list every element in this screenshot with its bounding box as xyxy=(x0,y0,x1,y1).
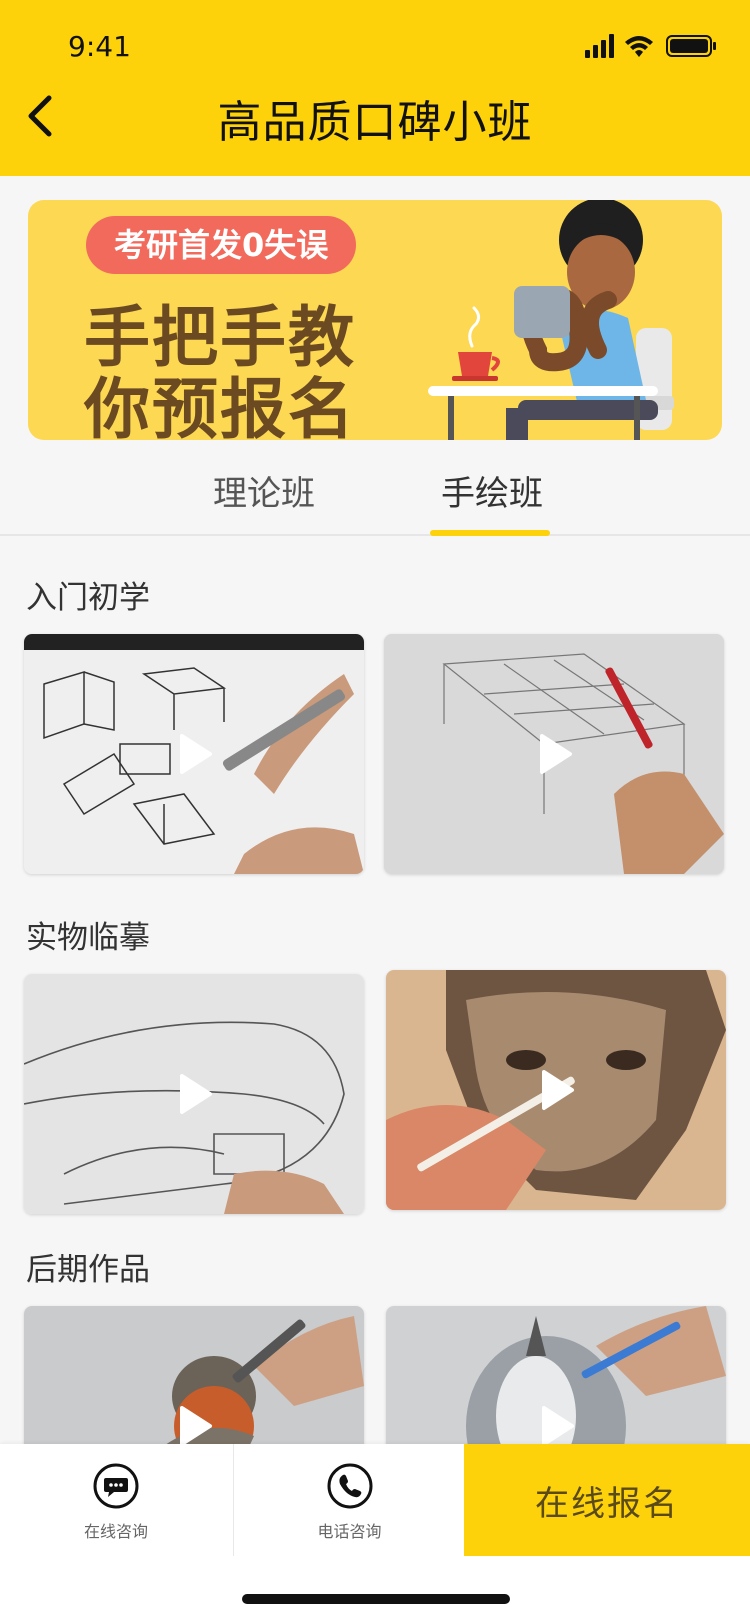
tab-handdrawing[interactable]: 手绘班 xyxy=(432,466,552,515)
active-tab-indicator xyxy=(430,530,550,536)
online-signup-button[interactable]: 在线报名 xyxy=(464,1444,750,1556)
status-time: 9:41 xyxy=(68,30,131,63)
video-thumbnail[interactable] xyxy=(386,970,726,1210)
top-header: 9:41 高品质口碑小班 xyxy=(0,0,750,176)
home-indicator[interactable] xyxy=(242,1594,510,1604)
play-icon xyxy=(180,1074,212,1114)
phone-consult-button[interactable]: 电话咨询 xyxy=(233,1444,465,1556)
status-icons xyxy=(585,34,716,58)
section-title-beginner: 入门初学 xyxy=(26,580,150,616)
play-icon xyxy=(542,1406,574,1446)
online-consult-label: 在线咨询 xyxy=(83,1522,148,1541)
phone-consult-label: 电话咨询 xyxy=(317,1522,382,1541)
banner-illustration xyxy=(428,200,674,440)
banner-badge: 考研首发0失误 xyxy=(86,216,357,274)
bottom-action-bar: 在线咨询 电话咨询 在线报名 xyxy=(0,1444,750,1556)
video-thumbnail[interactable] xyxy=(24,974,364,1214)
class-tabs: 理论班 手绘班 xyxy=(0,446,750,536)
play-icon xyxy=(542,1070,574,1110)
online-consult-button[interactable]: 在线咨询 xyxy=(0,1444,232,1556)
chat-bubble-icon xyxy=(93,1463,139,1509)
banner-headline-2: 你预报名 xyxy=(84,371,356,440)
play-icon xyxy=(180,734,212,774)
section-title-still-life: 实物临摹 xyxy=(26,920,150,956)
play-icon xyxy=(180,1406,212,1446)
play-icon xyxy=(540,734,572,774)
signal-icon xyxy=(585,34,614,58)
page-title: 高品质口碑小班 xyxy=(217,97,533,148)
wifi-icon xyxy=(625,36,653,57)
video-thumbnail[interactable] xyxy=(384,634,724,874)
battery-icon xyxy=(666,35,716,57)
promo-banner[interactable]: 考研首发0失误 手把手教 你预报名 xyxy=(28,200,722,440)
section-title-advanced: 后期作品 xyxy=(26,1252,150,1288)
home-area xyxy=(0,1556,750,1624)
phone-icon xyxy=(327,1463,372,1509)
tab-theory[interactable]: 理论班 xyxy=(204,466,324,515)
video-thumbnail[interactable] xyxy=(24,634,364,874)
